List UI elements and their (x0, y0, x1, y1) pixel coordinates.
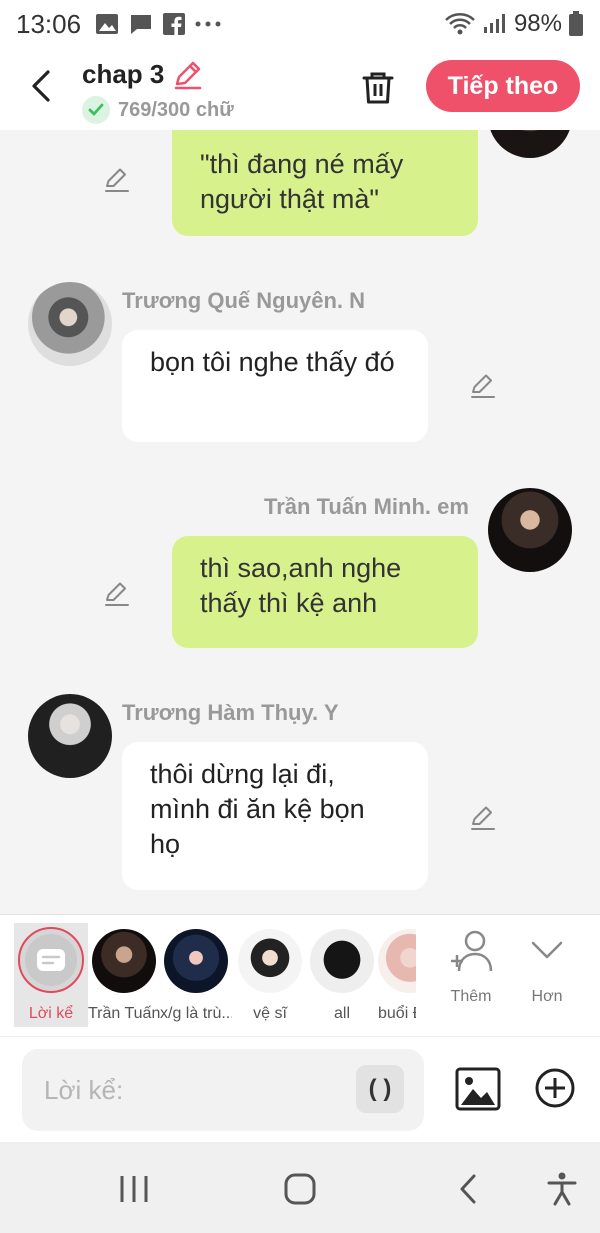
next-button[interactable]: Tiếp theo (426, 60, 580, 112)
facebook-icon (163, 13, 186, 35)
character-label: Trần Tuấn (88, 1005, 160, 1022)
back-icon[interactable] (22, 66, 62, 106)
character-avatar (92, 929, 156, 993)
accessibility-icon[interactable] (544, 1172, 580, 1206)
chevron-down-icon (531, 941, 563, 959)
message-bubble[interactable]: thôi dừng lại đi, mình đi ăn kệ bọn họ (122, 742, 428, 890)
message-bubble[interactable]: thì sao,anh nghe thấy thì kệ anh (172, 536, 478, 648)
avatar-truong-que-nguyen[interactable] (28, 282, 112, 366)
system-status: 98% (444, 10, 584, 38)
edit-message-icon[interactable] (468, 370, 498, 400)
add-icon[interactable] (534, 1067, 576, 1109)
chat-area[interactable]: "thì đang né mấy người thật mà" Trương Q… (0, 130, 600, 914)
chapter-title[interactable]: chap 3 (82, 59, 164, 90)
pencil-icon[interactable] (172, 58, 204, 90)
more-notifications-icon (195, 21, 221, 27)
message-icon (131, 15, 152, 34)
status-bar: 13:06 98% (0, 0, 600, 48)
gallery-icon (96, 14, 119, 34)
character-avatar (164, 929, 228, 993)
image-icon[interactable] (455, 1067, 501, 1111)
more-characters-button[interactable]: Hơn (512, 929, 582, 1006)
trash-icon[interactable] (358, 68, 398, 108)
signal-icon (483, 14, 505, 33)
message-bubble[interactable]: bọn tôi nghe thấy đó (122, 330, 428, 442)
character-label: vệ sĩ (253, 1005, 287, 1022)
notification-icons (95, 13, 221, 35)
editor-header: chap 3 769/300 chữ Tiếp theo (0, 48, 600, 130)
character-label: buổi Đ (378, 1005, 416, 1022)
character-selector: Lời kể Trần Tuấn x/g là trù... vệ sĩ all… (0, 914, 600, 1036)
narrator-icon (25, 934, 77, 986)
word-count-row: 769/300 chữ (82, 96, 234, 124)
add-person-icon (451, 930, 493, 972)
message-bubble[interactable]: "thì đang né mấy người thật mà" (172, 130, 478, 236)
nav-back-icon[interactable] (452, 1172, 488, 1206)
sender-name: Trần Tuấn Minh. em (264, 494, 469, 519)
wifi-icon (445, 13, 475, 35)
edit-message-icon[interactable] (102, 578, 132, 608)
battery-icon (569, 11, 583, 36)
check-icon (82, 96, 110, 124)
word-count: 769/300 chữ (118, 98, 234, 121)
add-label: Thêm (450, 988, 492, 1005)
avatar-tran-tuan-minh[interactable] (488, 488, 572, 572)
status-time: 13:06 (16, 8, 82, 39)
character-item[interactable]: all (306, 923, 378, 1023)
edit-message-icon[interactable] (102, 164, 132, 194)
character-avatar (310, 929, 374, 993)
character-avatar (378, 929, 416, 993)
character-item[interactable]: x/g là trù... (160, 923, 232, 1023)
home-icon[interactable] (282, 1172, 318, 1206)
narrator-ring (18, 927, 84, 993)
narrator-label: Lời kể (28, 1005, 74, 1022)
avatar-tran-tuan-minh[interactable] (488, 130, 572, 158)
edit-message-icon[interactable] (468, 802, 498, 832)
recent-apps-icon[interactable] (116, 1172, 152, 1206)
narrator-selector[interactable]: Lời kể (14, 923, 88, 1027)
add-character-button[interactable]: Thêm (436, 929, 506, 1006)
title-row: chap 3 (82, 58, 204, 90)
character-avatar (238, 929, 302, 993)
parenthesis-button[interactable]: ( ) (356, 1065, 404, 1113)
sender-name: Trương Hàm Thụy. Y (122, 700, 339, 725)
more-label: Hơn (531, 988, 563, 1005)
sender-name: Trương Quế Nguyên. N (122, 288, 366, 313)
system-nav-bar (0, 1142, 600, 1233)
character-item[interactable]: vệ sĩ (234, 923, 306, 1023)
character-label: all (333, 1005, 350, 1022)
input-area: ( ) (0, 1036, 600, 1142)
battery-percent: 98% (513, 10, 562, 37)
avatar-truong-ham-thuy[interactable] (28, 694, 112, 778)
character-item[interactable]: Trần Tuấn (88, 923, 160, 1023)
character-label: x/g là trù... (160, 1005, 232, 1022)
character-item[interactable]: buổi Đ (378, 923, 416, 1023)
